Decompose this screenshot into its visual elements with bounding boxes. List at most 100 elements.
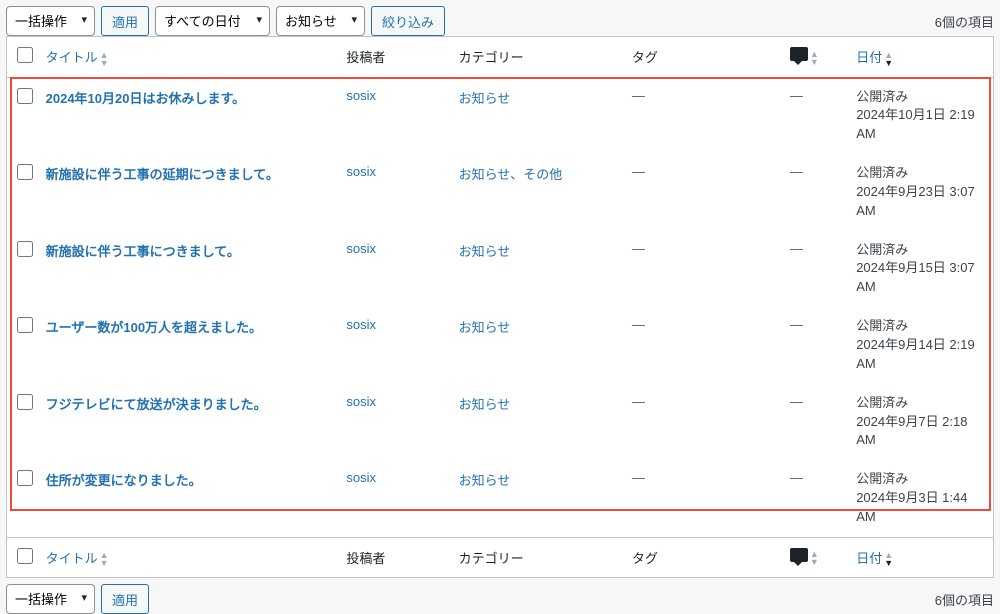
row-author-cell: sosix bbox=[340, 231, 452, 308]
row-checkbox[interactable] bbox=[17, 317, 33, 333]
row-tags-cell: — bbox=[626, 307, 784, 384]
row-categories-cell: お知らせ bbox=[453, 77, 626, 154]
post-title-link[interactable]: 新施設に伴う工事につきまして。 bbox=[46, 244, 240, 259]
table-row: フジテレビにて放送が決まりました。sosixお知らせ——公開済み2024年9月7… bbox=[7, 384, 993, 461]
column-title-footer[interactable]: タイトル▲▼ bbox=[40, 537, 341, 577]
post-title-link[interactable]: 新施設に伴う工事の延期につきまして。 bbox=[46, 167, 279, 182]
row-tags-cell: — bbox=[626, 231, 784, 308]
author-link[interactable]: sosix bbox=[346, 470, 376, 485]
category-link[interactable]: お知らせ bbox=[459, 244, 511, 259]
select-all-header[interactable] bbox=[7, 37, 40, 77]
row-comments-cell: — bbox=[784, 460, 850, 537]
footer-row: タイトル▲▼ 投稿者 カテゴリー タグ ▲▼ 日付▲▼ bbox=[7, 537, 993, 577]
header-row: タイトル▲▼ 投稿者 カテゴリー タグ ▲▼ 日付▲▼ bbox=[7, 37, 993, 77]
sort-icon: ▲▼ bbox=[100, 51, 109, 67]
row-title-cell: フジテレビにて放送が決まりました。 bbox=[40, 384, 341, 461]
column-tags-header: タグ bbox=[626, 37, 784, 77]
posts-table-wrap: タイトル▲▼ 投稿者 カテゴリー タグ ▲▼ 日付▲▼ 2024年10月20日は… bbox=[6, 36, 994, 578]
column-title-header[interactable]: タイトル▲▼ bbox=[40, 37, 341, 77]
category-link[interactable]: お知らせ bbox=[459, 320, 511, 335]
column-date-footer[interactable]: 日付▲▼ bbox=[850, 537, 993, 577]
filter-button[interactable]: 絞り込み bbox=[371, 6, 445, 36]
apply-button-bottom[interactable]: 適用 bbox=[101, 584, 149, 614]
bulk-action-select-bottom-wrap: 一括操作 bbox=[6, 584, 95, 614]
post-title-link[interactable]: ユーザー数が100万人を超えました。 bbox=[46, 320, 262, 335]
filter-controls: 一括操作 適用 すべての日付 お知らせ 絞り込み bbox=[6, 6, 445, 36]
row-title-cell: 新施設に伴う工事につきまして。 bbox=[40, 231, 341, 308]
table-row: 新施設に伴う工事の延期につきまして。sosixお知らせ、その他——公開済み202… bbox=[7, 154, 993, 231]
row-date-cell: 公開済み2024年9月23日 3:07 AM bbox=[850, 154, 993, 231]
column-categories-footer: カテゴリー bbox=[453, 537, 626, 577]
row-comments-cell: — bbox=[784, 231, 850, 308]
row-tags-cell: — bbox=[626, 384, 784, 461]
row-title-cell: 2024年10月20日はお休みします。 bbox=[40, 77, 341, 154]
row-checkbox[interactable] bbox=[17, 394, 33, 410]
row-categories-cell: お知らせ bbox=[453, 460, 626, 537]
row-date-cell: 公開済み2024年10月1日 2:19 AM bbox=[850, 77, 993, 154]
select-all-footer[interactable] bbox=[7, 537, 40, 577]
category-link[interactable]: お知らせ bbox=[459, 473, 511, 488]
row-author-cell: sosix bbox=[340, 154, 452, 231]
sort-icon: ▲▼ bbox=[810, 50, 819, 66]
column-tags-footer: タグ bbox=[626, 537, 784, 577]
item-count-bottom: 6個の項目 bbox=[935, 590, 994, 609]
table-row: 新施設に伴う工事につきまして。sosixお知らせ——公開済み2024年9月15日… bbox=[7, 231, 993, 308]
select-all-checkbox-footer[interactable] bbox=[17, 548, 33, 564]
sort-icon: ▲▼ bbox=[884, 51, 893, 67]
row-checkbox-cell bbox=[7, 384, 40, 461]
bulk-action-select-bottom[interactable]: 一括操作 bbox=[6, 584, 95, 614]
row-comments-cell: — bbox=[784, 154, 850, 231]
row-checkbox[interactable] bbox=[17, 241, 33, 257]
author-link[interactable]: sosix bbox=[346, 317, 376, 332]
column-comments-header[interactable]: ▲▼ bbox=[784, 37, 850, 77]
category-link[interactable]: お知らせ bbox=[459, 397, 511, 412]
row-date-cell: 公開済み2024年9月3日 1:44 AM bbox=[850, 460, 993, 537]
author-link[interactable]: sosix bbox=[346, 88, 376, 103]
post-title-link[interactable]: 2024年10月20日はお休みします。 bbox=[46, 91, 246, 106]
row-checkbox[interactable] bbox=[17, 164, 33, 180]
comment-icon bbox=[790, 548, 808, 562]
row-checkbox[interactable] bbox=[17, 88, 33, 104]
item-count-top: 6個の項目 bbox=[935, 12, 994, 31]
date-filter-select[interactable]: すべての日付 bbox=[155, 6, 270, 36]
row-categories-cell: お知らせ、その他 bbox=[453, 154, 626, 231]
category-link[interactable]: お知らせ bbox=[459, 91, 511, 106]
post-title-link[interactable]: フジテレビにて放送が決まりました。 bbox=[46, 397, 267, 412]
row-tags-cell: — bbox=[626, 154, 784, 231]
row-author-cell: sosix bbox=[340, 307, 452, 384]
row-tags-cell: — bbox=[626, 460, 784, 537]
row-checkbox[interactable] bbox=[17, 470, 33, 486]
select-all-checkbox[interactable] bbox=[17, 47, 33, 63]
row-comments-cell: — bbox=[784, 77, 850, 154]
table-row: 2024年10月20日はお休みします。sosixお知らせ——公開済み2024年1… bbox=[7, 77, 993, 154]
category-filter-select-wrap: お知らせ bbox=[276, 6, 365, 36]
author-link[interactable]: sosix bbox=[346, 394, 376, 409]
post-title-link[interactable]: 住所が変更になりました。 bbox=[46, 473, 202, 488]
bulk-action-select[interactable]: 一括操作 bbox=[6, 6, 95, 36]
row-date-cell: 公開済み2024年9月15日 3:07 AM bbox=[850, 231, 993, 308]
author-link[interactable]: sosix bbox=[346, 241, 376, 256]
row-date-cell: 公開済み2024年9月7日 2:18 AM bbox=[850, 384, 993, 461]
row-checkbox-cell bbox=[7, 231, 40, 308]
row-categories-cell: お知らせ bbox=[453, 384, 626, 461]
column-comments-footer[interactable]: ▲▼ bbox=[784, 537, 850, 577]
author-link[interactable]: sosix bbox=[346, 164, 376, 179]
row-categories-cell: お知らせ bbox=[453, 307, 626, 384]
category-filter-select[interactable]: お知らせ bbox=[276, 6, 365, 36]
row-checkbox-cell bbox=[7, 77, 40, 154]
column-date-header[interactable]: 日付▲▼ bbox=[850, 37, 993, 77]
top-toolbar: 一括操作 適用 すべての日付 お知らせ 絞り込み 6個の項目 bbox=[6, 6, 994, 36]
column-author-footer: 投稿者 bbox=[340, 537, 452, 577]
sort-icon: ▲▼ bbox=[884, 551, 893, 567]
apply-button[interactable]: 適用 bbox=[101, 6, 149, 36]
column-author-header: 投稿者 bbox=[340, 37, 452, 77]
bottom-controls: 一括操作 適用 bbox=[6, 584, 149, 614]
table-row: 住所が変更になりました。sosixお知らせ——公開済み2024年9月3日 1:4… bbox=[7, 460, 993, 537]
row-author-cell: sosix bbox=[340, 384, 452, 461]
date-filter-select-wrap: すべての日付 bbox=[155, 6, 270, 36]
row-checkbox-cell bbox=[7, 154, 40, 231]
row-title-cell: 新施設に伴う工事の延期につきまして。 bbox=[40, 154, 341, 231]
sort-icon: ▲▼ bbox=[810, 550, 819, 566]
table-row: ユーザー数が100万人を超えました。sosixお知らせ——公開済み2024年9月… bbox=[7, 307, 993, 384]
category-link[interactable]: お知らせ、その他 bbox=[459, 167, 563, 182]
